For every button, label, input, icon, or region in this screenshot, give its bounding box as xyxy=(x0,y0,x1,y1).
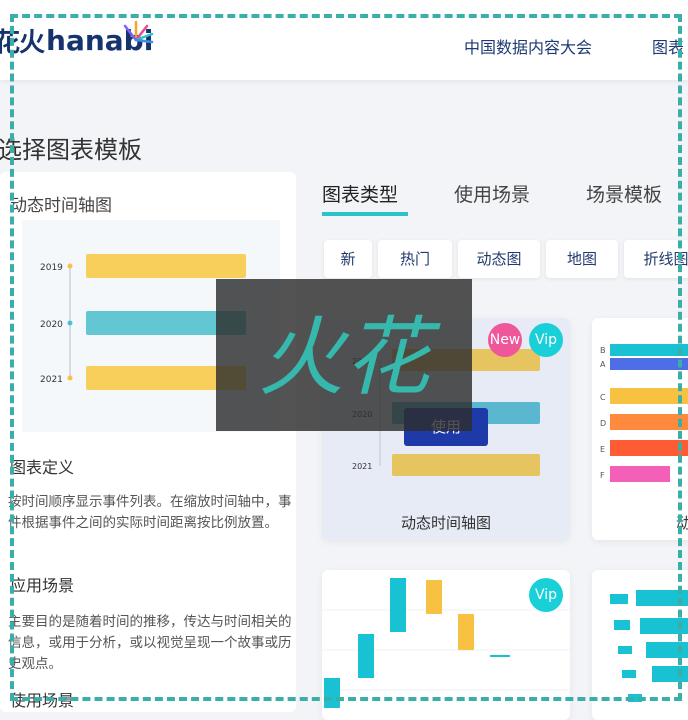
scenario-heading: 应用场景 xyxy=(10,576,75,595)
watermark-overlay: 火花 xyxy=(216,279,472,431)
new-badge: New xyxy=(488,323,522,357)
template-detail-panel: 动态时间轴图 2019 2020 2021 图表定义 按时间顺序显示事件列表。在… xyxy=(0,172,296,712)
filter-line[interactable]: 折线图 xyxy=(624,240,688,278)
preview-year-label: 2021 xyxy=(40,375,63,385)
active-tab-indicator xyxy=(322,212,408,216)
nav-data-conference[interactable]: 中国数据内容大会 xyxy=(464,34,592,58)
template-card-candlestick[interactable]: Vip xyxy=(322,570,570,720)
bar-label: E xyxy=(600,445,605,454)
definition-text: 按时间顺序显示事件列表。在缩放时间轴中，事件根据事件之间的实际时间距离按比例放置… xyxy=(8,494,292,531)
bar-label: F xyxy=(600,471,605,480)
bar-label: C xyxy=(600,393,606,402)
detail-title: 动态时间轴图 xyxy=(10,196,112,216)
vip-badge: Vip xyxy=(529,323,563,357)
preview-year-label: 2019 xyxy=(40,263,63,273)
bar-label: A xyxy=(600,360,606,369)
tab-scenario-template[interactable]: 场景模板 xyxy=(586,180,662,207)
logo-chinese-text: 花火 xyxy=(0,27,45,58)
watermark-calligraphy: 火花 xyxy=(258,308,441,408)
filter-map[interactable]: 地图 xyxy=(546,240,618,278)
bar-label: D xyxy=(600,419,606,428)
page-title: 选择图表模板 xyxy=(0,136,142,164)
firework-icon xyxy=(123,20,154,44)
gantt-thumbnail xyxy=(610,590,688,702)
hanabi-logo[interactable]: 花火 hanabi xyxy=(0,18,153,62)
template-card-gantt[interactable] xyxy=(592,570,688,720)
template-card-bar-race[interactable]: B A C D E F 动 xyxy=(592,318,688,540)
definition-heading: 图表定义 xyxy=(10,458,75,477)
nav-charts[interactable]: 图表 xyxy=(652,34,684,58)
bar-label: B xyxy=(600,346,606,355)
card-caption: 动态时间轴图 xyxy=(400,514,491,532)
preview-year-label: 2020 xyxy=(40,320,63,330)
card-caption: 动 xyxy=(676,514,688,532)
usage-heading: 使用场景 xyxy=(10,691,75,710)
top-header: 花火 hanabi 中国数据内容大会 图表 xyxy=(0,0,688,80)
tab-chart-type[interactable]: 图表类型 xyxy=(322,180,398,207)
bar-chart-thumbnail: B A C D E F xyxy=(600,344,688,482)
thumb-year-label: 2021 xyxy=(352,462,372,471)
tab-usage-scenario[interactable]: 使用场景 xyxy=(454,180,530,207)
filter-animated[interactable]: 动态图 xyxy=(458,240,540,278)
vip-badge: Vip xyxy=(529,578,563,612)
scenario-text: 主要目的是随着时间的推移，传达与时间相关的信息，或用于分析，或以视觉呈现一个故事… xyxy=(8,614,292,672)
filter-new[interactable]: 新 xyxy=(324,240,372,278)
filter-hot[interactable]: 热门 xyxy=(378,240,452,278)
watermark-text: 火花 xyxy=(258,308,441,408)
